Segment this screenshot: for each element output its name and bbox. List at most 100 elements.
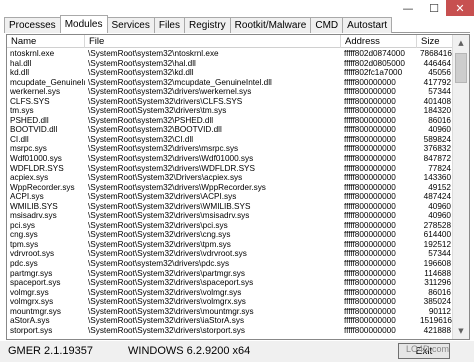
module-name-cell: pdc.sys bbox=[10, 259, 38, 269]
table-body: ntoskrnl.exe \SystemRoot\system32\ntoskrn… bbox=[7, 49, 453, 335]
tab-autostart[interactable]: Autostart bbox=[342, 17, 393, 33]
module-file-cell: \SystemRoot\System32\drivers\volmgrx.sys bbox=[88, 297, 246, 307]
module-name-cell: hal.dll bbox=[10, 58, 32, 68]
tab-modules[interactable]: Modules bbox=[59, 15, 108, 33]
table-row[interactable]: tm.sys \SystemRoot\System32\drivers\tm.sy… bbox=[7, 106, 453, 116]
module-file-cell: \SystemRoot\System32\drivers\ACPI.sys bbox=[88, 192, 237, 202]
scroll-thumb[interactable] bbox=[455, 53, 467, 83]
module-name-cell: CI.dll bbox=[10, 134, 29, 144]
table-row[interactable]: WMILIB.SYS \SystemRoot\System32\drivers\W… bbox=[7, 202, 453, 212]
table-row[interactable]: Wdf01000.sys \SystemRoot\system32\drivers… bbox=[7, 154, 453, 164]
module-address-cell: fffff802d0805000 bbox=[344, 58, 405, 68]
module-file-cell: \SystemRoot\system32\drivers\Wdf01000.sy… bbox=[88, 154, 254, 164]
close-button[interactable]: ✕ bbox=[446, 0, 474, 16]
module-size-cell: 589824 bbox=[423, 134, 451, 144]
module-file-cell: \SystemRoot\System32\drivers\vdrvroot.sy… bbox=[88, 249, 247, 259]
column-header-name[interactable]: Name bbox=[7, 35, 85, 48]
module-size-cell: 40960 bbox=[428, 201, 451, 211]
table-row[interactable]: pci.sys \SystemRoot\System32\drivers\pci.… bbox=[7, 221, 453, 231]
table-row[interactable]: CLFS.SYS \SystemRoot\System32\drivers\CLF… bbox=[7, 97, 453, 107]
module-address-cell: fffff800000000 bbox=[344, 192, 396, 202]
maximize-button[interactable]: ☐ bbox=[422, 0, 446, 16]
module-size-cell: 86016 bbox=[428, 115, 451, 125]
status-bar: GMER 2.1.19357 WINDOWS 6.2.9200 x64 Exit bbox=[0, 341, 474, 362]
module-size-cell: 421888 bbox=[423, 325, 451, 335]
table-row[interactable]: ACPI.sys \SystemRoot\System32\drivers\ACP… bbox=[7, 192, 453, 202]
module-size-cell: 7868416 bbox=[420, 49, 452, 58]
module-file-cell: \SystemRoot\system32\CI.dll bbox=[88, 134, 194, 144]
module-size-cell: 114688 bbox=[424, 268, 451, 278]
table-row[interactable]: werkernel.sys \SystemRoot\system32\driver… bbox=[7, 87, 453, 97]
module-file-cell: \SystemRoot\system32\BOOTVID.dll bbox=[88, 125, 222, 135]
module-size-cell: 487424 bbox=[423, 192, 451, 202]
module-name-cell: pci.sys bbox=[10, 220, 36, 230]
module-size-cell: 376832 bbox=[423, 144, 451, 154]
minimize-button[interactable]: — bbox=[396, 0, 420, 16]
table-row[interactable]: msisadrv.sys \SystemRoot\System32\drivers… bbox=[7, 211, 453, 221]
table-row[interactable]: BOOTVID.dll \SystemRoot\system32\BOOTVID.… bbox=[7, 125, 453, 135]
table-row[interactable]: WDFLDR.SYS \SystemRoot\system32\drivers\W… bbox=[7, 164, 453, 174]
up-arrow-icon[interactable]: ▲ bbox=[453, 35, 469, 51]
column-header-file[interactable]: File bbox=[85, 35, 341, 48]
module-address-cell: fffff800000000 bbox=[344, 306, 396, 316]
tab-rootkit-malware[interactable]: Rootkit/Malware bbox=[229, 17, 312, 33]
tab-processes[interactable]: Processes bbox=[4, 17, 61, 33]
module-name-cell: ACPI.sys bbox=[10, 192, 44, 202]
module-address-cell: fffff800000000 bbox=[344, 287, 396, 297]
table-row[interactable]: hal.dll \SystemRoot\system32\hal.dll fffff… bbox=[7, 59, 453, 69]
tab-bar: Processes Modules Services Files Registr… bbox=[4, 15, 470, 33]
module-size-cell: 192512 bbox=[423, 239, 451, 249]
tab-services[interactable]: Services bbox=[106, 17, 155, 33]
table-row[interactable]: PSHED.dll \SystemRoot\system32\PSHED.dll f… bbox=[7, 116, 453, 126]
table-row[interactable]: vdrvroot.sys \SystemRoot\System32\drivers… bbox=[7, 249, 453, 259]
module-name-cell: volmgrx.sys bbox=[10, 297, 54, 307]
table-row[interactable]: volmgrx.sys \SystemRoot\System32\drivers\… bbox=[7, 297, 453, 307]
module-file-cell: \SystemRoot\System32\drivers\pci.sys bbox=[88, 220, 228, 230]
module-name-cell: spaceport.sys bbox=[10, 278, 61, 288]
module-name-cell: storport.sys bbox=[10, 325, 53, 335]
module-address-cell: fffff800000000 bbox=[344, 297, 396, 307]
table-row[interactable]: mountmgr.sys \SystemRoot\System32\drivers… bbox=[7, 307, 453, 317]
table-row[interactable]: partmgr.sys \SystemRoot\System32\drivers\… bbox=[7, 269, 453, 279]
vertical-scrollbar[interactable]: ▲ ▼ bbox=[452, 35, 469, 339]
table-row[interactable]: storport.sys \SystemRoot\System32\drivers… bbox=[7, 326, 453, 336]
module-address-cell: fffff800000000 bbox=[344, 106, 396, 116]
table-row[interactable]: pdc.sys \SystemRoot\system32\drivers\pdc.… bbox=[7, 259, 453, 269]
table-row[interactable]: kd.dll \SystemRoot\system32\kd.dll fffff80… bbox=[7, 68, 453, 78]
table-row[interactable]: volmgr.sys \SystemRoot\System32\drivers\v… bbox=[7, 288, 453, 298]
module-address-cell: fffff800000000 bbox=[344, 268, 396, 278]
column-header-size[interactable]: Size bbox=[417, 35, 453, 48]
module-file-cell: \SystemRoot\System32\drivers\cng.sys bbox=[88, 230, 231, 240]
module-name-cell: WMILIB.SYS bbox=[10, 201, 58, 211]
table-row[interactable]: ntoskrnl.exe \SystemRoot\system32\ntoskrn… bbox=[7, 49, 453, 59]
module-size-cell: 86016 bbox=[428, 287, 451, 297]
module-name-cell: WppRecorder.sys bbox=[10, 182, 75, 192]
table-row[interactable]: msrpc.sys \SystemRoot\system32\drivers\ms… bbox=[7, 144, 453, 154]
module-name-cell: msisadrv.sys bbox=[10, 211, 57, 221]
module-file-cell: \SystemRoot\system32\kd.dll bbox=[88, 68, 194, 78]
module-name-cell: Wdf01000.sys bbox=[10, 154, 62, 164]
down-arrow-icon[interactable]: ▼ bbox=[453, 323, 469, 339]
tab-registry[interactable]: Registry bbox=[183, 17, 231, 33]
table-row[interactable]: WppRecorder.sys \SystemRoot\system32\driv… bbox=[7, 183, 453, 193]
module-file-cell: \SystemRoot\system32\ntoskrnl.exe bbox=[88, 49, 219, 58]
table-row[interactable]: mcupdate_GenuineIntel.dll\SystemRoot\sys… bbox=[7, 78, 453, 88]
table-row[interactable]: CI.dll \SystemRoot\system32\CI.dll fffff80… bbox=[7, 135, 453, 145]
table-row[interactable]: tpm.sys \SystemRoot\System32\drivers\tpm.… bbox=[7, 240, 453, 250]
table-row[interactable]: spaceport.sys \SystemRoot\System32\driver… bbox=[7, 278, 453, 288]
tab-cmd[interactable]: CMD bbox=[310, 17, 344, 33]
table-row[interactable]: acpiex.sys \SystemRoot\System32\Drivers\a… bbox=[7, 173, 453, 183]
tab-files[interactable]: Files bbox=[153, 17, 185, 33]
module-file-cell: \SystemRoot\system32\drivers\msrpc.sys bbox=[88, 144, 239, 154]
module-address-cell: fffff800000000 bbox=[344, 182, 396, 192]
table-row[interactable]: aStorA.sys \SystemRoot\System32\drivers\i… bbox=[7, 316, 453, 326]
os-label: WINDOWS 6.2.9200 x64 bbox=[128, 345, 251, 357]
module-file-cell: \SystemRoot\system32\drivers\WDFLDR.SYS bbox=[88, 163, 255, 173]
module-name-cell: kd.dll bbox=[10, 68, 30, 78]
table-row[interactable]: cng.sys \SystemRoot\System32\drivers\cng.… bbox=[7, 230, 453, 240]
module-name-cell: tpm.sys bbox=[10, 239, 39, 249]
module-name-cell: volmgr.sys bbox=[10, 287, 49, 297]
column-header-address[interactable]: Address bbox=[341, 35, 417, 48]
module-size-cell: 49152 bbox=[428, 182, 451, 192]
module-address-cell: fffff800000000 bbox=[344, 163, 396, 173]
